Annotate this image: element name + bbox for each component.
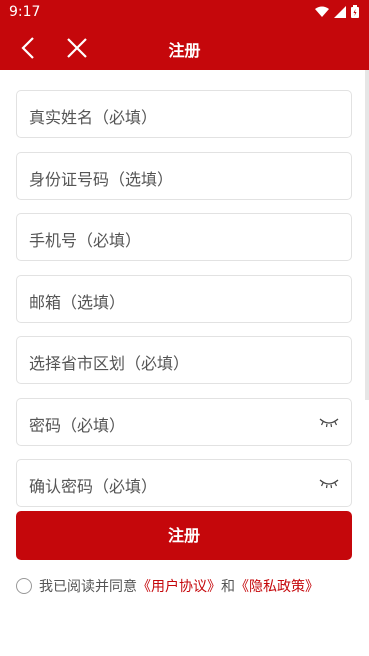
status-time: 9:17	[9, 4, 41, 20]
wifi-icon	[315, 6, 329, 17]
confirm-password-placeholder: 确认密码（必填）	[29, 477, 158, 496]
agreement-prefix: 我已阅读并同意	[39, 579, 137, 595]
agreement-radio[interactable]	[16, 578, 32, 594]
region-select[interactable]: 选择省市区划（必填）	[16, 336, 352, 384]
app-bar: 注册	[0, 26, 369, 70]
user-agreement-link[interactable]: 《用户协议》	[137, 576, 221, 596]
registration-form: 真实姓名（必填） 身份证号码（选填） 手机号（必填） 邮箱（选填） 选择省市区划…	[0, 70, 369, 656]
real-name-placeholder: 真实姓名（必填）	[29, 108, 158, 127]
email-field[interactable]: 邮箱（选填）	[16, 275, 352, 323]
phone-placeholder: 手机号（必填）	[29, 231, 142, 250]
id-number-field[interactable]: 身份证号码（选填）	[16, 152, 352, 200]
status-bar: 9:17	[0, 0, 369, 26]
privacy-policy-link[interactable]: 《隐私政策》	[235, 576, 319, 596]
register-button[interactable]: 注册	[16, 511, 352, 560]
password-field[interactable]: 密码（必填）	[16, 398, 352, 446]
page-title: 注册	[168, 41, 201, 60]
signal-icon	[334, 5, 346, 18]
battery-icon	[351, 5, 359, 18]
eye-closed-icon[interactable]	[319, 415, 339, 429]
eye-closed-icon[interactable]	[319, 476, 339, 490]
real-name-field[interactable]: 真实姓名（必填）	[16, 90, 352, 138]
phone-field[interactable]: 手机号（必填）	[16, 213, 352, 261]
id-number-placeholder: 身份证号码（选填）	[29, 170, 174, 189]
confirm-password-field[interactable]: 确认密码（必填）	[16, 459, 352, 507]
password-placeholder: 密码（必填）	[29, 416, 126, 435]
region-placeholder: 选择省市区划（必填）	[29, 354, 190, 373]
email-placeholder: 邮箱（选填）	[29, 293, 126, 312]
status-icons	[315, 5, 359, 18]
agreement-and: 和	[221, 579, 235, 595]
scrollbar[interactable]	[365, 70, 369, 400]
agreement-row: 我已阅读并同意 《用户协议》 和 《隐私政策》	[16, 576, 319, 596]
